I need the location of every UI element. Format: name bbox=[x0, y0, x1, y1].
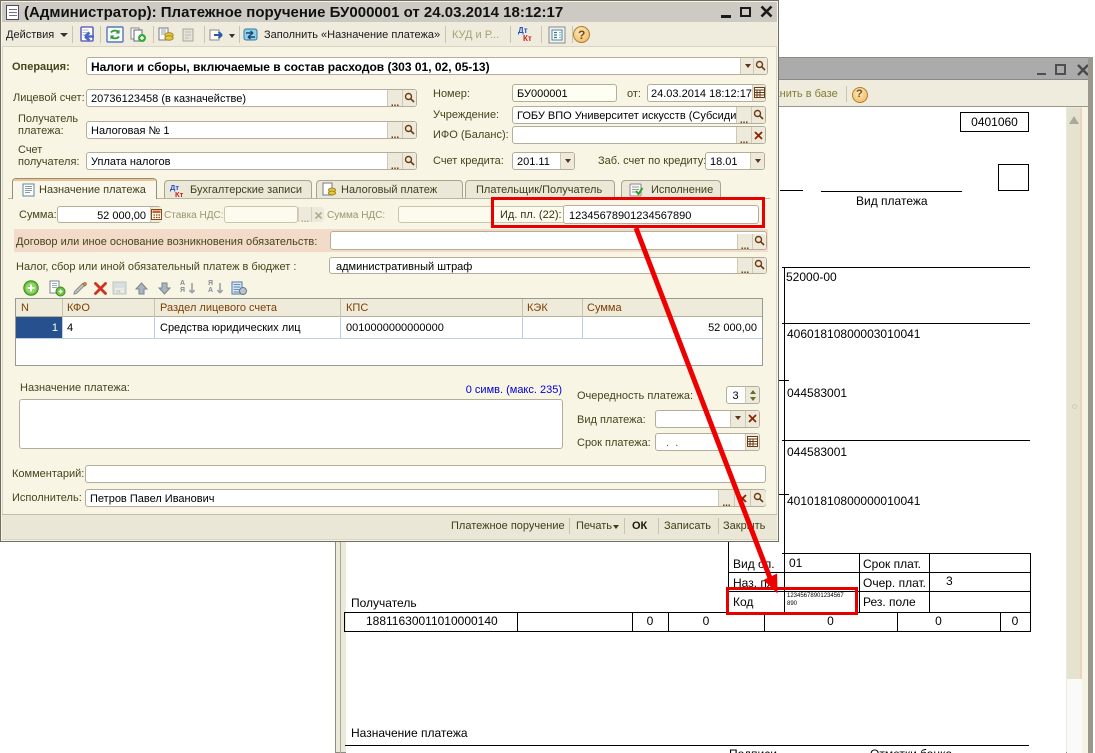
svg-text:ок: ок bbox=[116, 289, 121, 294]
